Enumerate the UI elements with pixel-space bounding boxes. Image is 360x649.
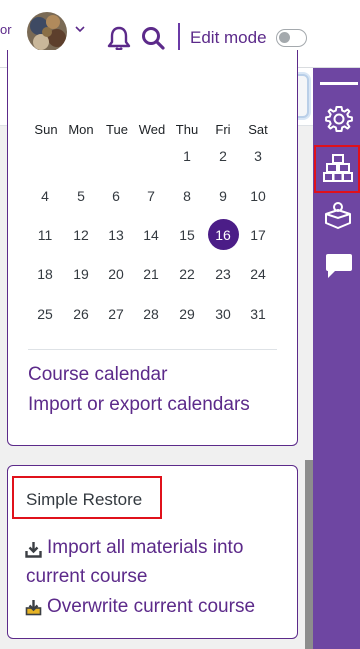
rail-divider <box>320 82 358 85</box>
calendar-day[interactable]: 3 <box>242 148 274 164</box>
calendar-day[interactable]: 2 <box>207 148 239 164</box>
import-materials-link[interactable]: Import all materials into <box>47 533 243 562</box>
calendar-day[interactable]: 8 <box>171 188 203 204</box>
calendar-day[interactable]: 4 <box>29 188 61 204</box>
weekday-header: Wed <box>138 122 166 137</box>
download-icon <box>25 542 42 558</box>
overwrite-icon <box>25 600 42 616</box>
calendar-day[interactable]: 27 <box>100 306 132 322</box>
chat-icon[interactable] <box>324 251 354 281</box>
calendar-day[interactable]: 6 <box>100 188 132 204</box>
edit-mode-toggle[interactable] <box>276 29 307 47</box>
search-icon[interactable] <box>141 26 165 50</box>
calendar-block <box>7 50 298 446</box>
calendar-day[interactable]: 20 <box>100 266 132 282</box>
calendar-day[interactable]: 15 <box>171 227 203 243</box>
import-export-calendars-link[interactable]: Import or export calendars <box>28 394 250 416</box>
calendar-divider <box>28 349 277 350</box>
course-calendar-link[interactable]: Course calendar <box>28 364 167 386</box>
calendar-day-today[interactable]: 16 <box>207 227 239 243</box>
calendar-day[interactable]: 26 <box>65 306 97 322</box>
calendar-day[interactable]: 7 <box>135 188 167 204</box>
simple-restore-title: Simple Restore <box>26 490 143 509</box>
weekday-header: Mon <box>68 122 94 137</box>
calendar-day[interactable]: 25 <box>29 306 61 322</box>
weekday-header: Fri <box>215 122 231 137</box>
weekday-header: Thu <box>175 122 199 137</box>
edit-mode-label: Edit mode <box>190 28 267 47</box>
calendar-day[interactable]: 10 <box>242 188 274 204</box>
blocks-icon[interactable] <box>323 153 353 183</box>
calendar-day[interactable]: 30 <box>207 306 239 322</box>
weekday-header: Sun <box>34 122 58 137</box>
import-materials-link-continued[interactable]: current course <box>26 562 147 591</box>
avatar[interactable] <box>27 12 67 52</box>
navbar-divider <box>178 23 180 51</box>
nav-previous-text[interactable]: or <box>0 22 12 37</box>
gear-icon[interactable] <box>324 104 354 134</box>
weekday-header: Sat <box>248 122 268 137</box>
calendar-day[interactable]: 19 <box>65 266 97 282</box>
bell-icon[interactable] <box>107 25 131 51</box>
calendar-day[interactable]: 11 <box>29 227 61 243</box>
calendar-day[interactable]: 18 <box>29 266 61 282</box>
weekday-header: Tue <box>106 122 128 137</box>
calendar-day[interactable]: 24 <box>242 266 274 282</box>
calendar-day[interactable]: 28 <box>135 306 167 322</box>
calendar-day[interactable]: 31 <box>242 306 274 322</box>
calendar-day[interactable]: 23 <box>207 266 239 282</box>
chevron-down-icon[interactable] <box>75 24 85 34</box>
calendar-day[interactable]: 9 <box>207 188 239 204</box>
scrollbar[interactable] <box>305 460 313 649</box>
overwrite-course-link[interactable]: Overwrite current course <box>47 592 255 621</box>
calendar-day[interactable]: 22 <box>171 266 203 282</box>
calendar-day[interactable]: 13 <box>100 227 132 243</box>
calendar-day[interactable]: 1 <box>171 148 203 164</box>
calendar-day[interactable]: 14 <box>135 227 167 243</box>
calendar-day[interactable]: 12 <box>65 227 97 243</box>
calendar-day[interactable]: 29 <box>171 306 203 322</box>
person-box-icon[interactable] <box>323 201 353 231</box>
calendar-day[interactable]: 21 <box>135 266 167 282</box>
calendar-day[interactable]: 17 <box>242 227 274 243</box>
calendar-day[interactable]: 5 <box>65 188 97 204</box>
